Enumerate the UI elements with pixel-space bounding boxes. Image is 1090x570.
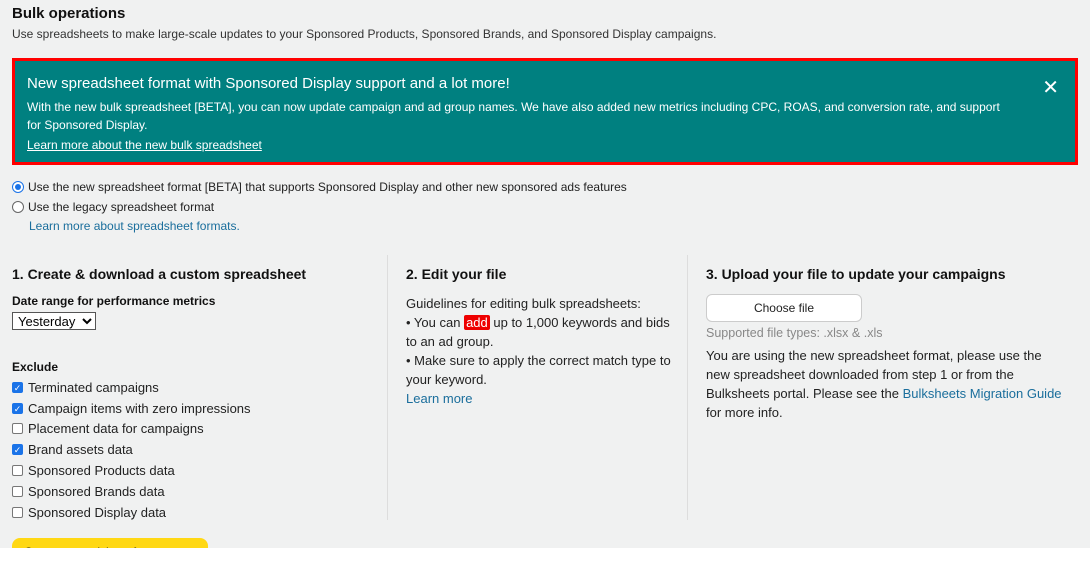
supported-file-types: Supported file types: .xlsx & .xls [706, 326, 883, 340]
checkbox-label: Terminated campaigns [28, 379, 159, 395]
announcement-banner: New spreadsheet format with Sponsored Di… [12, 58, 1078, 165]
highlighted-word: add [464, 315, 490, 330]
close-icon[interactable]: ✕ [1042, 75, 1059, 100]
exclude-checkbox[interactable]: Sponsored Display data [12, 502, 382, 523]
exclude-checkbox[interactable]: Placement data for campaigns [12, 419, 382, 440]
choose-file-button[interactable]: Choose file [706, 294, 862, 322]
radio-legacy-format[interactable]: Use the legacy spreadsheet format [12, 200, 214, 214]
exclude-checkbox[interactable]: ✓ Campaign items with zero impressions [12, 398, 382, 419]
radio-new-format[interactable]: Use the new spreadsheet format [BETA] th… [12, 180, 627, 194]
exclude-checkbox[interactable]: Sponsored Brands data [12, 481, 382, 502]
banner-title: New spreadsheet format with Sponsored Di… [27, 75, 510, 92]
checkbox-checked-icon[interactable]: ✓ [12, 381, 23, 393]
create-spreadsheet-button[interactable]: Create spreadsheet for download [12, 538, 208, 548]
exclude-checkbox[interactable]: Sponsored Products data [12, 460, 382, 481]
guideline-2: • Make sure to apply the correct match t… [406, 353, 671, 387]
step1-section: 1. Create & download a custom spreadshee… [12, 255, 382, 548]
checkbox-icon[interactable] [12, 506, 23, 518]
banner-learn-more-link[interactable]: Learn more about the new bulk spreadshee… [27, 138, 1063, 152]
bulk-operations-page: Bulk operations Use spreadsheets to make… [0, 0, 1090, 548]
step3-title: 3. Upload your file to update your campa… [706, 266, 1006, 282]
step2-title: 2. Edit your file [406, 266, 507, 282]
date-range-label: Date range for performance metrics [12, 294, 216, 308]
learn-more-link[interactable]: Learn more [406, 391, 472, 406]
banner-body: With the new bulk spreadsheet [BETA], yo… [27, 100, 1000, 132]
upload-info: You are using the new spreadsheet format… [706, 348, 1062, 420]
step2-section: 2. Edit your file Guidelines for editing… [406, 255, 676, 548]
radio-selected-icon[interactable] [12, 181, 24, 193]
radio-unselected-icon[interactable] [12, 201, 24, 213]
checkbox-checked-icon[interactable]: ✓ [12, 402, 23, 414]
date-range-select[interactable]: Yesterday [12, 312, 96, 330]
page-title: Bulk operations [12, 5, 126, 22]
checkbox-label: Campaign items with zero impressions [28, 400, 251, 416]
checkbox-label: Sponsored Display data [28, 504, 167, 520]
checkbox-label: Placement data for campaigns [28, 421, 204, 437]
checkbox-icon[interactable] [12, 465, 23, 477]
checkbox-label: Brand assets data [28, 442, 133, 458]
checkbox-label: Sponsored Products data [28, 463, 175, 479]
checkbox-icon[interactable] [12, 423, 23, 435]
guidelines-intro: Guidelines for editing bulk spreadsheets… [406, 296, 641, 311]
exclude-checkbox[interactable]: ✓ Terminated campaigns [12, 377, 382, 398]
step3-section: 3. Upload your file to update your campa… [706, 255, 1066, 548]
exclude-checkbox[interactable]: ✓ Brand assets data [12, 439, 382, 460]
divider [687, 255, 688, 520]
exclude-label: Exclude [12, 360, 59, 374]
radio-label: Use the legacy spreadsheet format [28, 200, 215, 214]
page-subtitle: Use spreadsheets to make large-scale upd… [12, 27, 717, 41]
divider [387, 255, 388, 520]
migration-guide-link[interactable]: Bulksheets Migration Guide [903, 386, 1062, 401]
spreadsheet-formats-link[interactable]: Learn more about spreadsheet formats. [29, 219, 240, 233]
radio-label: Use the new spreadsheet format [BETA] th… [28, 180, 627, 194]
checkbox-checked-icon[interactable]: ✓ [12, 444, 23, 456]
checkbox-icon[interactable] [12, 485, 23, 497]
guideline-1: • You can add up to 1,000 keywords and b… [406, 315, 670, 349]
checkbox-label: Sponsored Brands data [28, 483, 165, 499]
step1-title: 1. Create & download a custom spreadshee… [12, 266, 307, 282]
